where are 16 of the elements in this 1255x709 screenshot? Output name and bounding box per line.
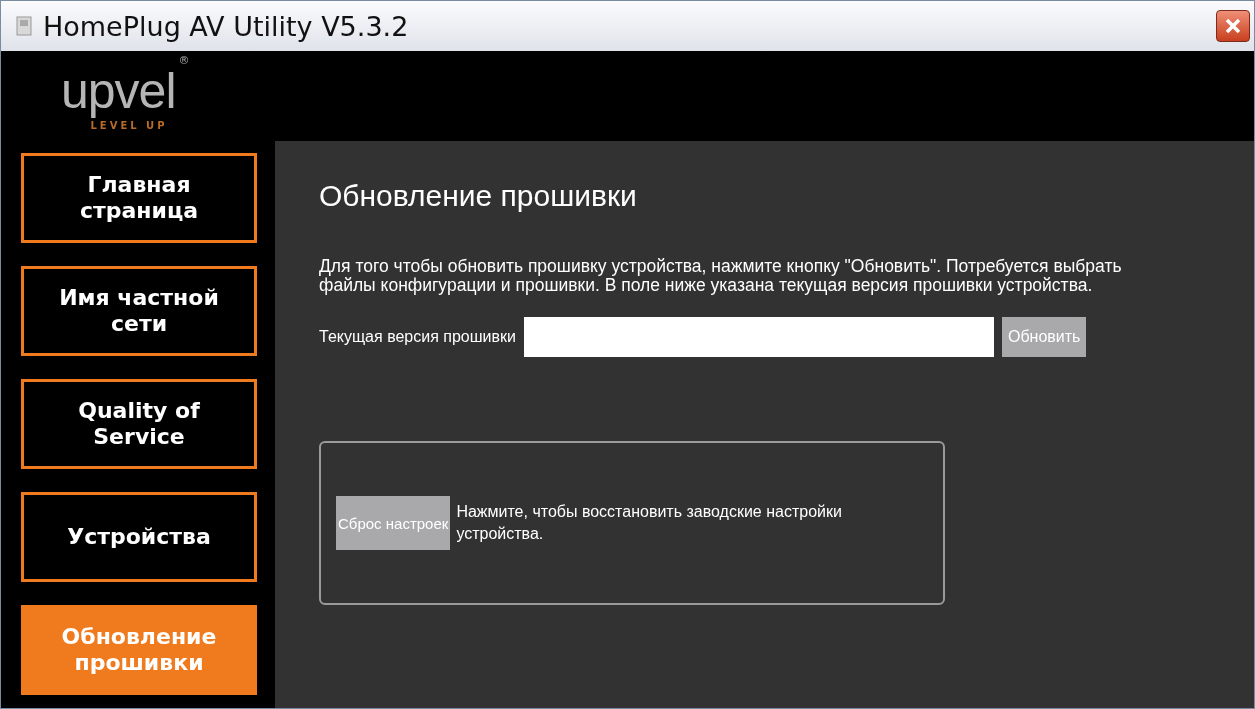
description-text: Для того чтобы обновить прошивку устройства, нажмите кнопку "Обновить". Потребуется выбрать файлы конфигурации и прошивки. В поле ниже указана текущая версия прошивки устройства.	[319, 257, 1123, 295]
logo-text: upvel	[61, 61, 176, 120]
page-heading: Обновление прошивки	[319, 179, 638, 213]
sidebar-item[interactable]: Устройства	[21, 492, 257, 582]
app-icon	[15, 15, 35, 37]
sidebar-item[interactable]: Главная страница	[21, 153, 257, 243]
sidebar-item[interactable]: Имя частной сети	[21, 266, 257, 356]
reset-description: Нажмите, чтобы восстановить заводские настройки устройства.	[456, 502, 843, 544]
close-icon	[1224, 17, 1242, 35]
registered-mark: ®	[178, 53, 190, 67]
logo-tagline: LEVEL UP	[90, 119, 168, 131]
version-field[interactable]	[523, 317, 994, 357]
sidebar-item[interactable]: Quality of Service	[21, 379, 257, 469]
version-label: Текущая версия прошивки	[319, 328, 516, 346]
close-button[interactable]	[1216, 10, 1250, 42]
window-title: HomePlug AV Utility V5.3.2	[43, 10, 410, 42]
